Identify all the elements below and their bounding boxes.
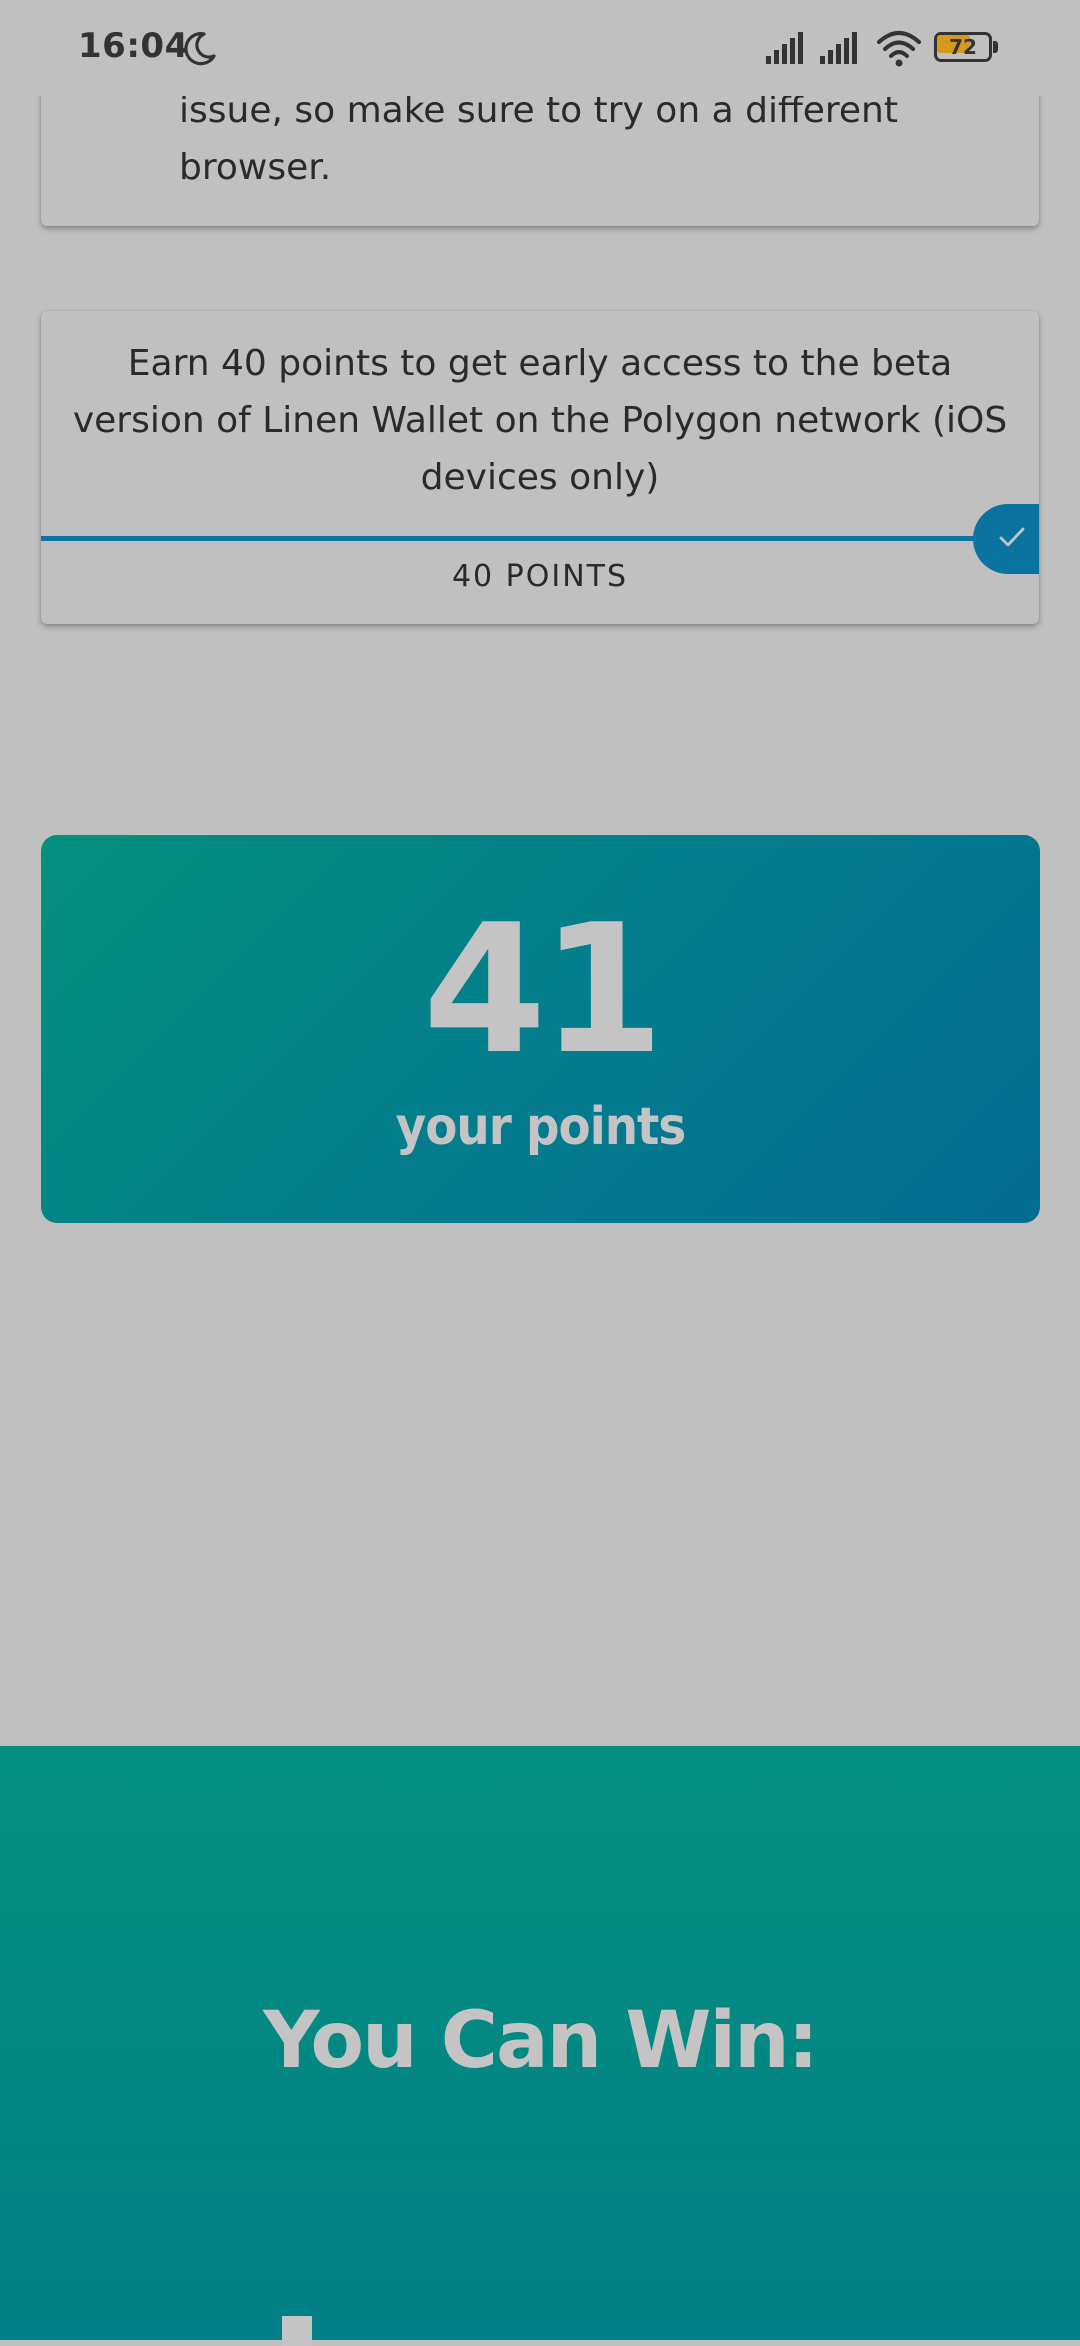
signal-icon xyxy=(820,32,857,64)
prize-list-partial xyxy=(282,2316,312,2346)
status-bar: 16:04 72 xyxy=(0,0,1080,96)
points-value: 41 xyxy=(422,886,665,1093)
task-description: Earn 40 points to get early access to th… xyxy=(72,343,1008,498)
wifi-icon xyxy=(877,31,921,67)
status-time: 16:04 xyxy=(78,26,189,66)
points-caption: your points xyxy=(395,1097,687,1157)
points-summary-box: 41 your points xyxy=(41,835,1040,1223)
task-progress-bar xyxy=(41,536,1039,541)
win-title: You Can Win: xyxy=(263,1996,819,2086)
win-section: You Can Win: xyxy=(0,1746,1080,2346)
battery-icon: 72 xyxy=(934,32,998,64)
signal-icon xyxy=(766,32,803,64)
check-icon xyxy=(999,527,1025,547)
moon-icon xyxy=(184,32,216,66)
task-card[interactable]: Earn 40 points to get early access to th… xyxy=(41,311,1039,624)
task-progress-fill xyxy=(41,536,1039,541)
task-points-label: 40 POINTS xyxy=(451,559,629,594)
battery-level: 72 xyxy=(949,35,977,59)
previous-task-text: issue, so make sure to try on a differen… xyxy=(179,90,898,188)
